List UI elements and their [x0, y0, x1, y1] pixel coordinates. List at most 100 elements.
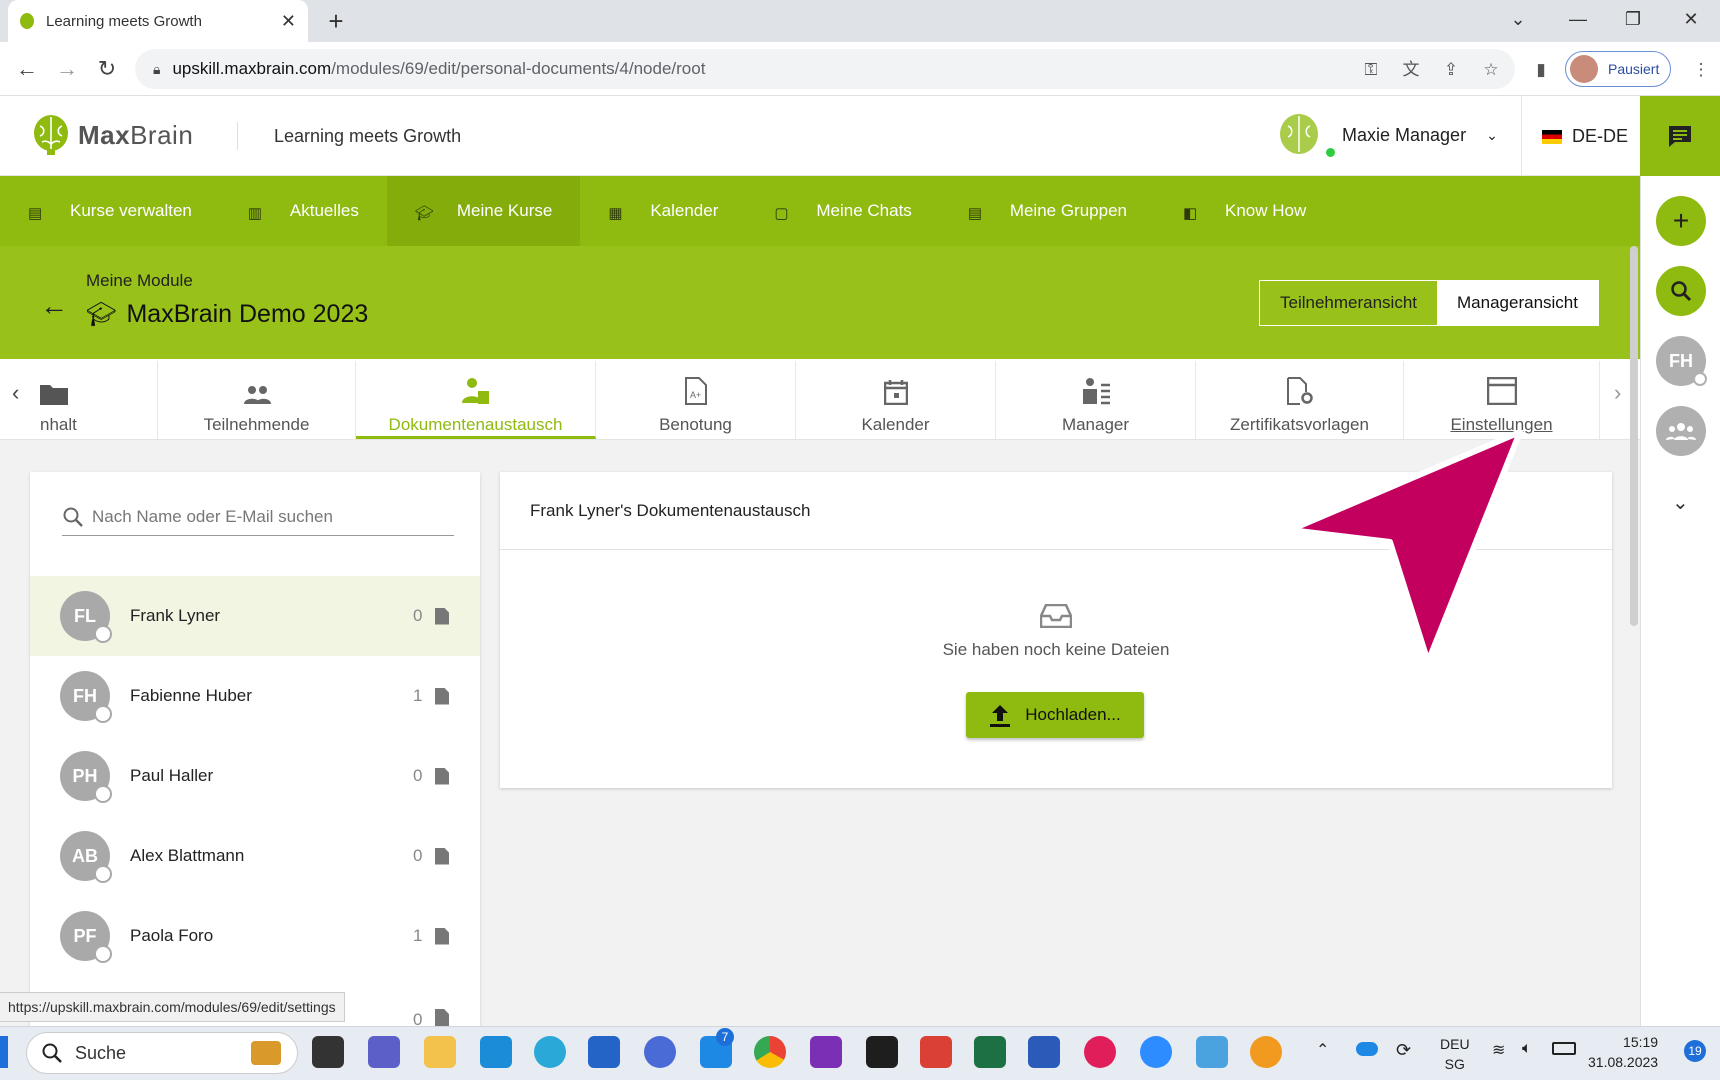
tab-label: Teilnehmende	[203, 415, 310, 434]
vpn-icon[interactable]	[1250, 1036, 1282, 1068]
tab-teilnehmende[interactable]: Teilnehmende	[158, 361, 356, 439]
tabs-scroll-right-icon[interactable]: ›	[1614, 380, 1621, 406]
taskbar-clock[interactable]: 15:19 31.08.2023	[1588, 1032, 1658, 1072]
brain-logo-icon	[34, 115, 68, 155]
chrome-icon[interactable]	[754, 1036, 786, 1068]
forward-icon[interactable]: →	[52, 54, 82, 84]
tab-inhalt[interactable]: nhalt	[40, 361, 158, 439]
taskbar-search-label: Suche	[75, 1042, 127, 1063]
file-explorer-icon[interactable]	[424, 1036, 456, 1068]
user-avatar-brain-icon	[1280, 114, 1318, 154]
main-navigation: ▤ Kurse verwalten ▥ Aktuelles 🎓︎ Meine Kurs…	[0, 176, 1640, 246]
wifi-icon[interactable]: ≋	[1492, 1040, 1505, 1060]
store-icon[interactable]	[588, 1036, 620, 1068]
rail-expand-chevron-icon[interactable]: ⌄	[1672, 490, 1689, 515]
add-button[interactable]: +	[1656, 196, 1706, 246]
language-selector[interactable]: DE-DE	[1542, 126, 1628, 147]
reload-icon[interactable]: ↻	[92, 54, 122, 84]
nav-item-meine-kurse[interactable]: 🎓︎ Meine Kurse	[386, 176, 581, 246]
participant-row[interactable]: PF Paola Foro 1	[30, 896, 480, 976]
browser-menu-icon[interactable]: ⋮	[1690, 59, 1712, 81]
tab-kalender[interactable]: Kalender	[796, 361, 996, 439]
page-scrollbar[interactable]	[1630, 246, 1638, 626]
battery-icon[interactable]	[1552, 1042, 1576, 1055]
tab-benotung[interactable]: A+ Benotung	[596, 361, 796, 439]
nav-item-kurse-verwalten[interactable]: ▤ Kurse verwalten	[0, 176, 220, 246]
module-title-text: MaxBrain Demo 2023	[126, 300, 369, 328]
figma-icon[interactable]	[866, 1036, 898, 1068]
volume-icon[interactable]: 🔈︎	[1522, 1040, 1532, 1058]
key-icon[interactable]: ⚿	[1360, 59, 1382, 81]
tabs-scroll-left-icon[interactable]: ‹	[12, 380, 19, 406]
tab-label: Kalender	[861, 415, 930, 434]
bookmark-star-icon[interactable]: ☆	[1480, 59, 1502, 81]
clock-time: 15:19	[1623, 1034, 1659, 1050]
word-icon[interactable]	[1028, 1036, 1060, 1068]
nav-item-meine-gruppen[interactable]: ▤ Meine Gruppen	[940, 176, 1155, 246]
notepad-icon[interactable]	[1196, 1036, 1228, 1068]
windows-start-icon[interactable]	[0, 1036, 8, 1068]
close-window-button[interactable]: ✕	[1665, 0, 1717, 38]
task-view-icon[interactable]	[312, 1036, 344, 1068]
side-panel-icon[interactable]: ▮	[1530, 59, 1552, 81]
tab-manager[interactable]: Manager	[996, 361, 1196, 439]
tab-dokumentenaustausch[interactable]: Dokumentenaustausch	[356, 361, 596, 439]
profile-button[interactable]: Pausiert	[1565, 51, 1671, 87]
document-count: 0	[413, 846, 423, 865]
tab-search-chevron-icon[interactable]: ⌄	[1492, 0, 1544, 38]
back-icon[interactable]: ←	[12, 54, 42, 84]
sync-icon[interactable]: ⟳	[1396, 1040, 1411, 1061]
tab-label: Benotung	[659, 415, 732, 434]
nav-item-kalender[interactable]: ▦ Kalender	[580, 176, 746, 246]
groups-button[interactable]	[1656, 406, 1706, 456]
teams-chat-icon[interactable]	[368, 1036, 400, 1068]
nav-label: Kalender	[650, 201, 719, 220]
participant-row[interactable]: FL Frank Lyner 0	[30, 576, 480, 656]
lock-icon[interactable]: 🔒︎	[153, 61, 160, 78]
todoist-icon[interactable]	[920, 1036, 952, 1068]
minimize-button[interactable]: —	[1552, 0, 1604, 38]
nav-item-know-how[interactable]: ◧ Know How	[1155, 176, 1334, 246]
edge-icon[interactable]	[534, 1036, 566, 1068]
id-card-icon: ▤	[28, 205, 43, 222]
back-arrow-icon[interactable]: ←	[40, 290, 68, 322]
user-menu[interactable]: Maxie Manager ⌄	[1278, 112, 1498, 158]
new-tab-button[interactable]: +	[320, 6, 352, 38]
document-count: 0	[413, 766, 423, 785]
notification-badge[interactable]: 19	[1684, 1040, 1706, 1062]
nav-item-meine-chats[interactable]: ▢ Meine Chats	[746, 176, 939, 246]
share-icon[interactable]: ⇪	[1440, 59, 1462, 81]
chat-toggle-button[interactable]	[1640, 96, 1720, 176]
zoom-icon[interactable]	[1140, 1036, 1172, 1068]
document-icon	[435, 687, 449, 705]
participant-view-button[interactable]: Teilnehmeransicht	[1260, 281, 1437, 325]
tray-chevron-up-icon[interactable]: ⌃	[1316, 1040, 1329, 1060]
onenote-icon[interactable]	[810, 1036, 842, 1068]
maxbrain-logo[interactable]: MaxBrain	[32, 114, 193, 156]
translate-icon[interactable]: 文	[1400, 59, 1422, 81]
participant-row[interactable]: PH Paul Haller 0	[30, 736, 480, 816]
tab-zertifikatsvorlagen[interactable]: Zertifikatsvorlagen	[1196, 361, 1404, 439]
participant-row[interactable]: AB Alex Blattmann 0	[30, 816, 480, 896]
close-tab-icon[interactable]: ✕	[281, 11, 296, 32]
search-button[interactable]	[1656, 266, 1706, 316]
participant-row[interactable]: FH Fabienne Huber 1	[30, 656, 480, 736]
document-count: 1	[413, 686, 423, 705]
restore-button[interactable]: ❐	[1607, 0, 1659, 38]
manager-view-button[interactable]: Manageransicht	[1437, 281, 1598, 325]
participant-search-input[interactable]: Nach Name oder E-Mail suchen	[62, 498, 454, 536]
excel-icon[interactable]	[974, 1036, 1006, 1068]
onedrive-icon[interactable]	[1356, 1042, 1378, 1056]
tab-einstellungen[interactable]: Einstellungen	[1404, 361, 1600, 439]
url-host: upskill.maxbrain.com	[172, 59, 332, 78]
upload-button[interactable]: Hochladen...	[966, 692, 1144, 738]
breadcrumb[interactable]: Meine Module	[86, 271, 193, 291]
l-app-icon[interactable]	[480, 1036, 512, 1068]
taskbar-search[interactable]: Suche	[26, 1032, 298, 1074]
browser-tab[interactable]: Learning meets Growth ✕	[8, 0, 308, 42]
affinity-icon[interactable]	[644, 1036, 676, 1068]
slack-icon[interactable]	[1084, 1036, 1116, 1068]
address-bar[interactable]: 🔒︎ upskill.maxbrain.com/modules/69/edit/…	[135, 49, 1515, 89]
input-language-indicator[interactable]: DEU SG	[1440, 1034, 1470, 1074]
nav-item-aktuelles[interactable]: ▥ Aktuelles	[220, 176, 387, 246]
